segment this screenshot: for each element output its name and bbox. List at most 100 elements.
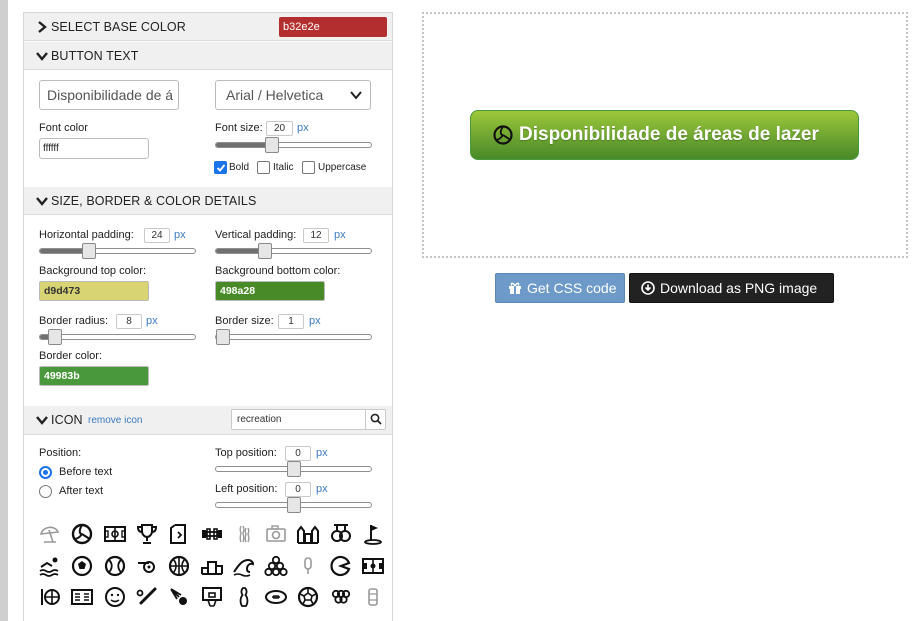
- bg-bottom-label: Background bottom color:: [215, 265, 341, 277]
- font-color-input[interactable]: ffffff: [39, 138, 149, 159]
- bold-checkbox[interactable]: [214, 161, 227, 174]
- soccer-ball-icon[interactable]: [70, 554, 94, 578]
- golf-flag-icon[interactable]: [361, 522, 385, 546]
- soccer-ball-2-icon[interactable]: [296, 585, 320, 609]
- button-text-input[interactable]: Disponibilidade de á: [39, 80, 179, 110]
- before-text-radio[interactable]: [39, 466, 52, 479]
- download-png-label: Download as PNG image: [660, 280, 818, 296]
- italic-checkbox[interactable]: [257, 161, 270, 174]
- after-text-radio[interactable]: [39, 485, 52, 498]
- download-png-button[interactable]: Download as PNG image: [629, 273, 834, 303]
- can-icon[interactable]: [361, 585, 385, 609]
- left-position-input[interactable]: 0: [285, 482, 311, 497]
- globe-pin-icon[interactable]: [38, 585, 62, 609]
- swimming-icon[interactable]: [38, 554, 62, 578]
- top-position-unit: px: [316, 447, 328, 459]
- border-color-swatch[interactable]: 49983b: [39, 366, 149, 386]
- position-label: Position:: [39, 447, 82, 459]
- whistle-icon[interactable]: [135, 554, 159, 578]
- chevron-down-icon: [36, 52, 48, 61]
- chevron-down-icon: [36, 197, 48, 206]
- search-icon: [370, 413, 382, 425]
- bowling-pins-icon[interactable]: [232, 522, 256, 546]
- baseball-bat-icon[interactable]: [135, 585, 159, 609]
- after-text-label: After text: [59, 485, 104, 497]
- top-position-input[interactable]: 0: [285, 446, 311, 461]
- base-color-swatch[interactable]: b32e2e: [279, 17, 387, 37]
- volleyball-icon[interactable]: [70, 522, 94, 546]
- slider-handle[interactable]: [48, 329, 62, 345]
- remove-icon-link[interactable]: remove icon: [88, 415, 142, 426]
- before-text-label: Before text: [59, 466, 113, 478]
- v-padding-input[interactable]: 12: [303, 228, 329, 243]
- football-icon[interactable]: [264, 585, 288, 609]
- pacman-icon[interactable]: [329, 554, 353, 578]
- podium-icon[interactable]: [200, 554, 224, 578]
- ice-cream-icon[interactable]: [296, 554, 320, 578]
- search-button[interactable]: [365, 410, 385, 429]
- billiard-balls-icon[interactable]: [264, 554, 288, 578]
- basketball-hoop-icon[interactable]: [200, 585, 224, 609]
- icon-header[interactable]: ICON remove icon recreation: [24, 406, 392, 435]
- beach-umbrella-icon[interactable]: [38, 522, 62, 546]
- border-size-input[interactable]: 1: [278, 314, 304, 329]
- bold-label: Bold: [229, 162, 250, 173]
- font-size-label: Font size:: [215, 122, 263, 134]
- basketball-icon[interactable]: [167, 554, 191, 578]
- top-position-slider[interactable]: [215, 461, 372, 477]
- h-padding-slider[interactable]: [39, 243, 196, 259]
- grapes-icon[interactable]: [329, 585, 353, 609]
- field-icon[interactable]: [361, 554, 385, 578]
- slider-handle[interactable]: [287, 497, 301, 513]
- font-family-value: Arial / Helvetica: [226, 87, 324, 103]
- trophy-icon[interactable]: [135, 522, 159, 546]
- slider-handle[interactable]: [216, 329, 230, 345]
- dumbbell-icon[interactable]: [200, 522, 224, 546]
- radius-input[interactable]: 8: [116, 314, 142, 329]
- bg-top-swatch[interactable]: d9d473: [39, 281, 149, 301]
- slider-handle[interactable]: [258, 243, 272, 259]
- icon-search-value[interactable]: recreation: [237, 414, 281, 425]
- rings-icon[interactable]: [329, 522, 353, 546]
- exit-door-icon[interactable]: [167, 522, 191, 546]
- smiley-ball-icon[interactable]: [103, 585, 127, 609]
- base-color-header[interactable]: SELECT BASE COLOR b32e2e: [24, 13, 392, 41]
- h-padding-label: Horizontal padding:: [39, 229, 134, 241]
- chevron-down-icon: [350, 91, 362, 100]
- size-border-header[interactable]: SIZE, BORDER & COLOR DETAILS: [24, 187, 392, 215]
- soccer-field-icon[interactable]: [103, 522, 127, 546]
- radius-slider[interactable]: [39, 329, 196, 345]
- icon-search-box[interactable]: recreation: [231, 409, 386, 430]
- page: SELECT BASE COLOR b32e2e BUTTON TEXT Dis…: [0, 0, 917, 621]
- camera-icon[interactable]: [264, 522, 288, 546]
- bowling-pin-icon[interactable]: [232, 585, 256, 609]
- button-text-header[interactable]: BUTTON TEXT: [24, 42, 392, 70]
- v-padding-slider[interactable]: [215, 243, 372, 259]
- border-color-label: Border color:: [39, 350, 102, 362]
- preview-button[interactable]: Disponibilidade de áreas de lazer: [470, 110, 859, 160]
- slider-handle[interactable]: [287, 461, 301, 477]
- font-family-select[interactable]: Arial / Helvetica: [215, 80, 371, 110]
- font-size-slider[interactable]: [215, 137, 372, 153]
- h-padding-unit: px: [174, 229, 186, 241]
- tennis-ball-icon[interactable]: [103, 554, 127, 578]
- button-text-title: BUTTON TEXT: [51, 49, 139, 63]
- preview-button-text: Disponibilidade de áreas de lazer: [519, 124, 819, 145]
- gift-icon: [509, 282, 521, 294]
- scoreboard-icon[interactable]: [70, 585, 94, 609]
- castle-icon[interactable]: [296, 522, 320, 546]
- uppercase-checkbox[interactable]: [302, 161, 315, 174]
- wave-icon[interactable]: [232, 554, 256, 578]
- font-size-input[interactable]: 20: [266, 121, 293, 136]
- border-size-slider[interactable]: [215, 329, 372, 345]
- get-css-code-button[interactable]: Get CSS code: [495, 273, 625, 303]
- border-size-label: Border size:: [215, 315, 274, 327]
- slider-handle[interactable]: [265, 137, 279, 153]
- bg-bottom-swatch[interactable]: 498a28: [215, 281, 325, 301]
- left-position-slider[interactable]: [215, 497, 372, 513]
- shuttlecock-icon[interactable]: [167, 585, 191, 609]
- slider-handle[interactable]: [82, 243, 96, 259]
- bg-bottom-value: 498a28: [220, 285, 256, 297]
- bg-top-value: d9d473: [44, 285, 81, 297]
- h-padding-input[interactable]: 24: [144, 228, 170, 243]
